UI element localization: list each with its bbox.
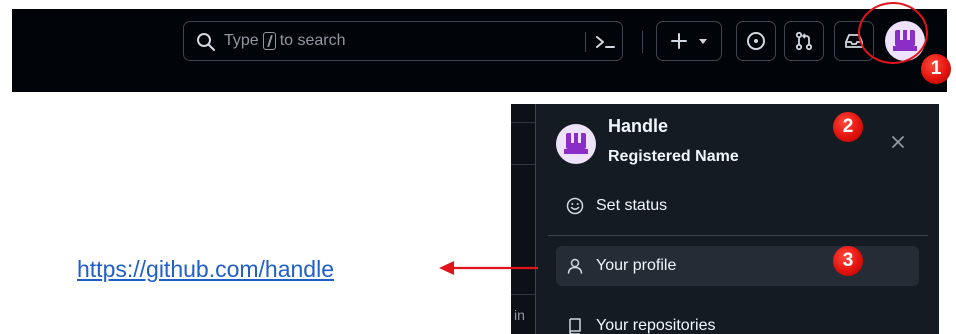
your-profile-label: Your profile	[596, 257, 677, 274]
issues-button[interactable]	[736, 21, 776, 61]
page-divider	[511, 294, 535, 295]
user-registered-name: Registered Name	[608, 148, 739, 165]
menu-avatar	[556, 124, 596, 164]
page-edge-text: in	[514, 307, 525, 323]
avatar	[564, 133, 588, 154]
user-handle: Handle	[608, 116, 669, 136]
issue-opened-icon	[747, 32, 765, 50]
your-profile-menu-item[interactable]: Your profile	[556, 246, 919, 286]
create-new-button[interactable]	[656, 21, 722, 61]
triangle-down-icon	[699, 39, 707, 44]
close-icon[interactable]	[890, 134, 906, 150]
avatar-highlight-circle	[858, 2, 928, 64]
git-pull-request-icon	[795, 31, 813, 51]
search-icon	[197, 33, 216, 52]
search-input[interactable]: Type to search	[183, 21, 623, 61]
command-palette-icon[interactable]	[593, 32, 617, 52]
github-header: Type to search	[12, 9, 947, 92]
profile-url-link[interactable]: https://github.com/handle	[77, 256, 334, 283]
pull-requests-button[interactable]	[784, 21, 824, 61]
step-badge-1: 1	[921, 54, 951, 84]
arrow-left-icon	[439, 261, 538, 275]
user-menu-dropdown: Handle Registered Name Set status Your p…	[535, 104, 939, 334]
your-repositories-menu-item[interactable]: Your repositories	[556, 306, 919, 334]
your-repositories-label: Your repositories	[596, 317, 716, 334]
set-status-label: Set status	[596, 197, 668, 214]
step-badge-3: 3	[833, 246, 863, 276]
search-placeholder: Type to search	[224, 32, 346, 50]
plus-icon	[671, 33, 687, 49]
page-divider	[511, 164, 535, 165]
annotated-screenshot: Type to search 1 in Handle Registered Na…	[0, 0, 956, 334]
menu-divider	[548, 235, 928, 236]
search-divider	[585, 32, 586, 52]
set-status-menu-item[interactable]: Set status	[556, 186, 919, 226]
page-edge-strip: in	[511, 104, 535, 334]
slash-key-icon	[262, 32, 276, 50]
repo-icon	[569, 318, 581, 334]
header-divider	[642, 31, 643, 53]
page-divider	[511, 122, 535, 123]
person-icon	[567, 258, 583, 274]
smiley-icon	[566, 197, 584, 215]
step-badge-2: 2	[833, 112, 863, 142]
